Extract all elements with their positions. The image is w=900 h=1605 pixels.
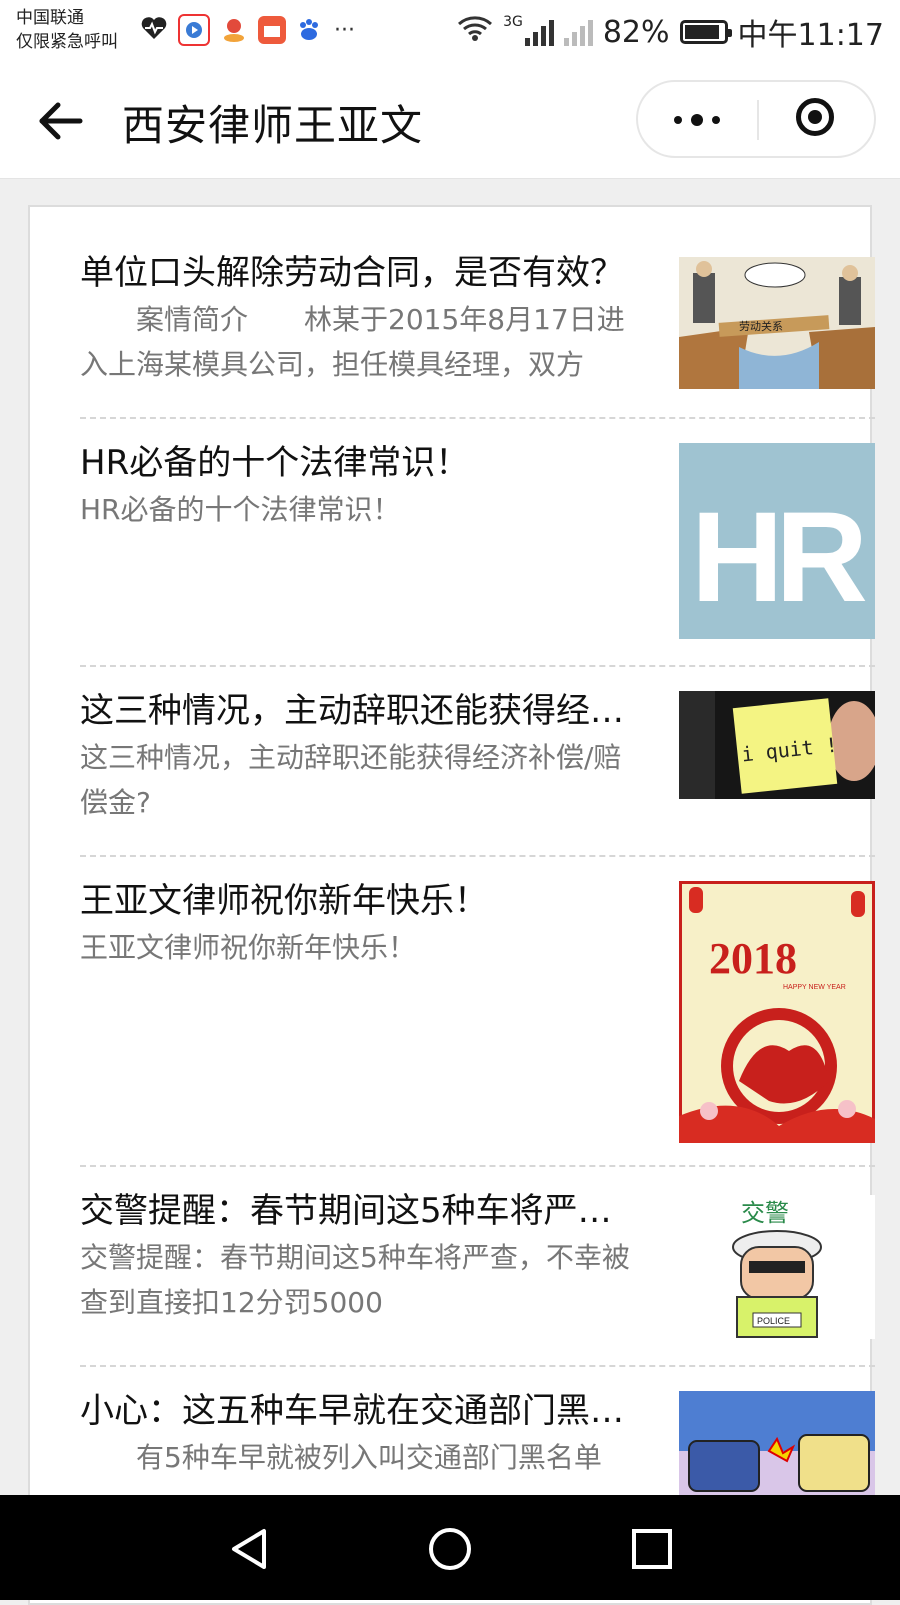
more-dots-icon	[674, 116, 682, 124]
article-title: 这三种情况，主动辞职还能获得经济补偿/赔偿金?	[80, 691, 640, 731]
miniprogram-capsule	[636, 80, 876, 158]
article-item[interactable]: HR必备的十个法律常识！ HR必备的十个法律常识！ HR	[80, 417, 875, 667]
notification-icons: ···	[140, 14, 355, 46]
system-home-button[interactable]	[428, 1527, 472, 1571]
labor-relations-cartoon-icon: 劳动关系	[679, 257, 875, 389]
square-recents-icon	[632, 1529, 672, 1569]
system-recents-button[interactable]	[630, 1527, 674, 1571]
close-miniprogram-button[interactable]	[760, 82, 876, 158]
article-title: 王亚文律师祝你新年快乐！	[80, 881, 488, 921]
labor-sign-text: 劳动关系	[739, 319, 783, 333]
emergency-only-label: 仅限紧急呼叫	[16, 32, 118, 52]
status-indicators: 3G 82% 中午11:17	[457, 10, 884, 54]
shopping-app-icon	[258, 16, 286, 44]
police-sign-text: 交警	[741, 1199, 789, 1227]
target-dot-icon	[808, 110, 822, 124]
article-title: HR必备的十个法律常识！	[80, 443, 470, 483]
more-dots-icon-right	[712, 116, 720, 124]
network-type-label: 3G	[503, 14, 523, 30]
more-dots-icon-center	[691, 114, 703, 126]
clock: 中午11:17	[737, 18, 884, 53]
article-summary: 王亚文律师祝你新年快乐！	[80, 931, 417, 964]
article-thumbnail: 2018 HAPPY NEW YEAR	[679, 881, 875, 1143]
article-title: 小心：这五种车早就在交通部门黑名单上了	[80, 1391, 640, 1431]
baidu-app-icon	[296, 16, 324, 44]
article-title: 交警提醒：春节期间这5种车将严查，不幸被查到直接扣12分罚5000	[80, 1191, 640, 1231]
hr-logo-text: HR	[691, 486, 865, 629]
traffic-police-cartoon-icon: 交警 POLICE	[679, 1195, 875, 1339]
more-options-button[interactable]	[638, 82, 756, 158]
article-summary: 交警提醒：春节期间这5种车将严查，不幸被查到直接扣12分罚5000	[80, 1241, 630, 1319]
more-notifications-icon: ···	[334, 17, 355, 43]
article-summary: 案情简介 林某于2015年8月17日进入上海某模具公司，担任模具经理，双方	[80, 303, 625, 381]
battery-percent: 82%	[602, 14, 670, 50]
video-app-icon	[178, 14, 210, 46]
article-summary: HR必备的十个法律常识！	[80, 493, 401, 526]
article-list: 单位口头解除劳动合同，是否有效？ 案情简介 林某于2015年8月17日进入上海某…	[28, 205, 875, 1605]
map-pin-app-icon	[220, 16, 248, 44]
carrier-info: 中国联通 仅限紧急呼叫	[16, 6, 118, 54]
page-title: 西安律师王亚文	[122, 101, 424, 150]
happy-new-year-text: HAPPY NEW YEAR	[783, 984, 846, 991]
back-arrow-icon	[39, 102, 83, 140]
article-thumbnail: HR	[679, 443, 875, 639]
article-item[interactable]: 王亚文律师祝你新年快乐！ 王亚文律师祝你新年快乐！ 2018 HAPPY NEW…	[80, 855, 875, 1167]
status-bar: 中国联通 仅限紧急呼叫 ··· 3G 82% 中午11:17	[0, 0, 900, 60]
health-heart-icon	[140, 15, 168, 45]
title-bar: 西安律师王亚文	[0, 60, 900, 179]
new-year-2018-poster-icon: 2018 HAPPY NEW YEAR	[679, 881, 875, 1143]
system-back-button[interactable]	[228, 1527, 272, 1571]
article-item[interactable]: 这三种情况，主动辞职还能获得经济补偿/赔偿金? 这三种情况，主动辞职还能获得经济…	[80, 665, 875, 857]
police-badge-text: POLICE	[757, 1316, 790, 1326]
year-text: 2018	[709, 934, 797, 983]
battery-icon	[679, 20, 732, 44]
no-signal-icon	[563, 18, 593, 46]
circle-home-icon	[429, 1528, 471, 1570]
article-item[interactable]: 交警提醒：春节期间这5种车将严查，不幸被查到直接扣12分罚5000 交警提醒：春…	[80, 1165, 875, 1367]
carrier-name: 中国联通	[16, 8, 84, 28]
i-quit-sticky-note-icon: i quit !	[679, 691, 875, 799]
article-thumbnail: 劳动关系	[679, 257, 875, 389]
system-navigation-bar	[0, 1495, 900, 1600]
triangle-back-icon	[232, 1529, 266, 1569]
article-thumbnail: i quit !	[679, 691, 875, 799]
article-title: 单位口头解除劳动合同，是否有效？	[80, 253, 624, 293]
article-summary: 这三种情况，主动辞职还能获得经济补偿/赔偿金?	[80, 741, 622, 819]
wifi-icon	[457, 14, 493, 50]
article-item[interactable]: 单位口头解除劳动合同，是否有效？ 案情简介 林某于2015年8月17日进入上海某…	[80, 227, 875, 419]
capsule-divider	[757, 100, 759, 140]
back-button[interactable]	[36, 96, 86, 146]
article-thumbnail: 交警 POLICE	[679, 1195, 875, 1339]
signal-strength-icon	[524, 18, 554, 46]
hr-letters-icon: HR	[679, 443, 875, 639]
